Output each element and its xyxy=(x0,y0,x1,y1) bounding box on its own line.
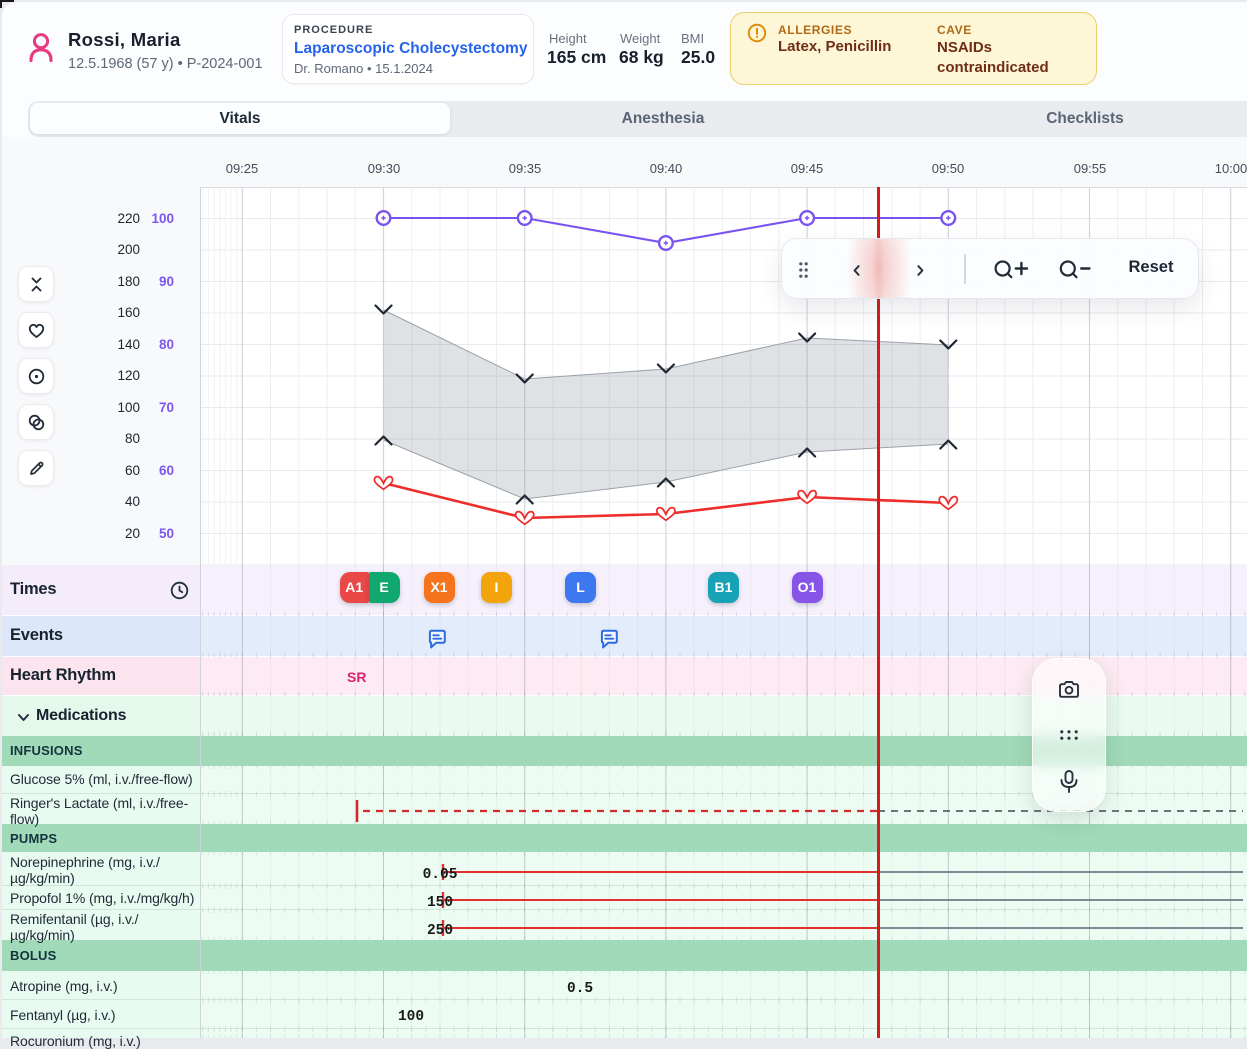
svg-text:0.05: 0.05 xyxy=(423,867,458,883)
svg-text:100: 100 xyxy=(398,1009,424,1025)
svg-text:0.5: 0.5 xyxy=(567,981,593,997)
svg-text:150: 150 xyxy=(427,895,453,911)
svg-text:250: 250 xyxy=(427,923,453,939)
